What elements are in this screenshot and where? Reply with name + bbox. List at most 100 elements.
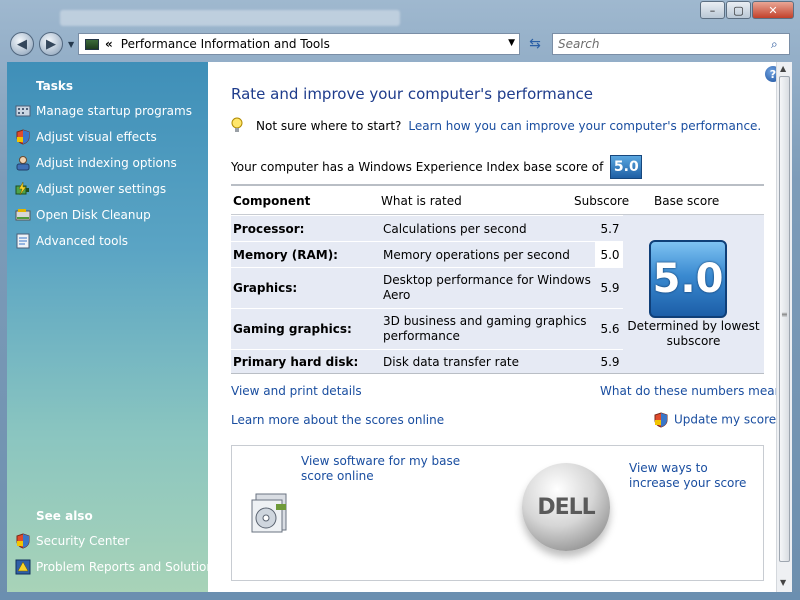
address-overflow-chevron[interactable]: « (105, 37, 113, 51)
see-also-label[interactable]: Problem Reports and Solutions (36, 560, 220, 574)
task-open-disk-cleanup[interactable]: Open Disk Cleanup (15, 207, 151, 223)
row-what: Disk data transfer rate (383, 355, 520, 369)
row-subscore: 5.0 (600, 248, 620, 262)
search-icon[interactable]: ⌕ (771, 37, 783, 51)
table-divider (231, 184, 764, 186)
close-button[interactable]: ✕ (752, 1, 794, 19)
row-component: Gaming graphics: (233, 322, 352, 336)
task-manage-startup-programs[interactable]: Manage startup programs (15, 103, 192, 119)
view-print-details-link[interactable]: View and print details (231, 384, 362, 398)
task-label[interactable]: Advanced tools (36, 234, 128, 248)
task-label[interactable]: Adjust power settings (36, 182, 166, 196)
startup-programs-icon (15, 103, 31, 119)
address-bar[interactable]: « Performance Information and Tools ▼ (78, 33, 520, 55)
vertical-scrollbar[interactable]: ▲ ≡ ▼ (776, 62, 792, 592)
table-row: Primary hard disk: Disk data transfer ra… (231, 350, 623, 373)
task-pane: Tasks Manage startup programs Adjust vis… (7, 62, 220, 592)
offers-box: View software for my base score online D… (231, 445, 764, 581)
task-adjust-power-settings[interactable]: Adjust power settings (15, 181, 166, 197)
task-label[interactable]: Adjust indexing options (36, 156, 177, 170)
row-component: Processor: (233, 222, 305, 236)
row-subscore: 5.9 (600, 281, 620, 295)
update-score-label[interactable]: Update my score (674, 413, 776, 427)
what-do-numbers-mean-link[interactable]: What do these numbers mean? (600, 384, 789, 398)
row-component: Primary hard disk: (233, 355, 359, 369)
determined-by-text: Determined by lowest subscore (627, 319, 760, 348)
search-input[interactable]: Search ⌕ (552, 33, 790, 55)
task-label[interactable]: Manage startup programs (36, 104, 192, 118)
table-divider (231, 373, 764, 374)
window-bottom-border (0, 592, 800, 600)
table-row: Memory (RAM): Memory operations per seco… (231, 242, 623, 267)
uac-shield-icon (654, 412, 668, 428)
row-what: 3D business and gaming graphics performa… (383, 314, 587, 343)
row-subscore: 5.9 (600, 355, 620, 369)
improve-performance-link[interactable]: Learn how you can improve your computer'… (408, 119, 761, 133)
recent-pages-dropdown[interactable]: ▼ (68, 40, 74, 49)
header-what-is-rated: What is rated (381, 194, 462, 208)
base-score-large-badge: 5.0 (649, 240, 727, 318)
scroll-thumb[interactable] (779, 76, 790, 562)
software-box-icon (246, 490, 292, 536)
task-label[interactable]: Adjust visual effects (36, 130, 157, 144)
row-subscore: 5.6 (600, 322, 620, 336)
base-score-badge: 5.0 (610, 155, 643, 179)
row-component: Memory (RAM): (233, 248, 338, 262)
row-component: Graphics: (233, 281, 298, 295)
table-row: Processor: Calculations per second 5.7 (231, 216, 623, 241)
tip-question: Not sure where to start? (256, 119, 402, 133)
see-also-security-center[interactable]: Security Center (15, 533, 129, 549)
back-arrow-icon: ◀ (17, 36, 27, 52)
control-panel-icon (85, 38, 99, 50)
view-ways-link[interactable]: View ways to increase your score (629, 461, 759, 491)
task-adjust-visual-effects[interactable]: Adjust visual effects (15, 129, 157, 145)
refresh-icon: ⇆ (529, 36, 541, 52)
base-score-cell: 5.0 Determined by lowest subscore (623, 215, 764, 373)
task-adjust-indexing-options[interactable]: Adjust indexing options (15, 155, 177, 171)
task-label[interactable]: Open Disk Cleanup (36, 208, 151, 222)
minimize-button[interactable]: – (700, 1, 725, 19)
advanced-tools-icon (15, 233, 31, 249)
table-row: Gaming graphics: 3D business and gaming … (231, 309, 623, 349)
view-software-link[interactable]: View software for my base score online (301, 454, 491, 484)
scroll-grip-icon: ≡ (781, 310, 788, 319)
row-what: Desktop performance for Windows Aero (383, 273, 591, 302)
scroll-up-icon[interactable]: ▲ (780, 64, 786, 73)
table-row: Graphics: Desktop performance for Window… (231, 268, 623, 308)
base-score-line: Your computer has a Windows Experience I… (231, 155, 643, 179)
address-text: Performance Information and Tools (120, 37, 330, 51)
main-content: ? Rate and improve your computer's perfo… (208, 62, 789, 592)
page-title: Rate and improve your computer's perform… (231, 85, 593, 103)
search-placeholder: Search (558, 37, 600, 51)
forward-button[interactable]: ▶ (39, 32, 63, 56)
scroll-down-icon[interactable]: ▼ (780, 578, 786, 587)
see-also-heading: See also (36, 509, 93, 523)
row-what: Calculations per second (383, 222, 527, 236)
learn-more-online-link[interactable]: Learn more about the scores online (231, 413, 444, 427)
back-button[interactable]: ◀ (10, 32, 34, 56)
window-controls: – ▢ ✕ (700, 1, 794, 19)
tasks-heading: Tasks (36, 79, 74, 93)
lightbulb-icon (231, 117, 245, 135)
shield-icon (15, 129, 31, 145)
header-component: Component (233, 194, 311, 208)
maximize-button[interactable]: ▢ (726, 1, 751, 19)
power-icon (15, 181, 31, 197)
see-also-problem-reports[interactable]: Problem Reports and Solutions (15, 559, 220, 575)
security-center-icon (15, 533, 31, 549)
dell-logo: DELL (522, 463, 610, 551)
title-bar-glass-text (60, 10, 400, 26)
task-advanced-tools[interactable]: Advanced tools (15, 233, 128, 249)
see-also-label[interactable]: Security Center (36, 534, 129, 548)
address-dropdown-icon[interactable]: ▼ (508, 38, 515, 48)
row-what: Memory operations per second (383, 248, 570, 262)
base-score-text: Your computer has a Windows Experience I… (231, 160, 604, 174)
update-score-link[interactable]: Update my score (654, 412, 776, 428)
problem-reports-icon (15, 559, 31, 575)
row-subscore: 5.7 (600, 222, 620, 236)
header-base-score: Base score (654, 194, 720, 208)
refresh-button[interactable]: ⇆ (522, 33, 548, 55)
title-bar[interactable]: – ▢ ✕ (0, 0, 800, 28)
forward-arrow-icon: ▶ (46, 36, 56, 52)
disk-cleanup-icon (15, 207, 31, 223)
